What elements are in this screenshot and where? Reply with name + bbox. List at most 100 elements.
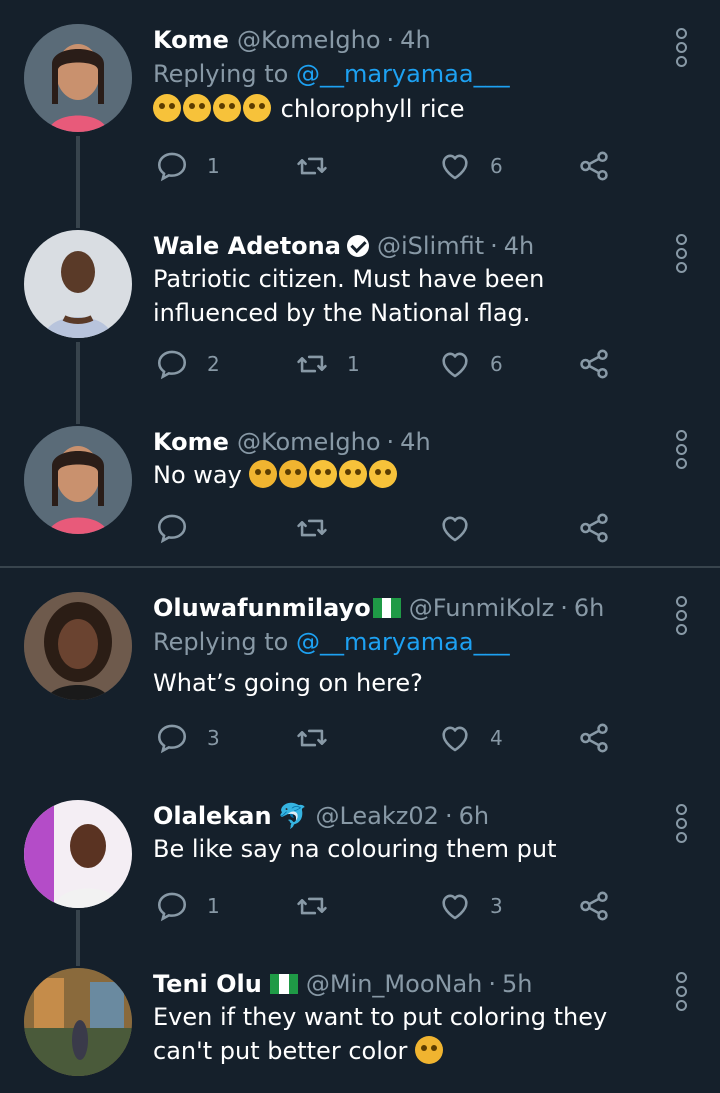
share-icon <box>577 149 611 183</box>
author-name[interactable]: Oluwafunmilayo <box>153 592 371 624</box>
like-button[interactable]: 3 <box>438 886 503 926</box>
more-options-icon[interactable] <box>672 28 690 67</box>
more-options-icon[interactable] <box>672 804 690 843</box>
tweet-actions <box>155 508 620 548</box>
dolphin-emoji: 🐬 <box>277 802 308 830</box>
author-name[interactable]: Olalekan <box>153 800 272 832</box>
retweet-icon <box>295 721 329 755</box>
share-icon <box>577 721 611 755</box>
tweet-text-body: chlorophyll rice <box>280 95 465 123</box>
avatar[interactable] <box>24 592 132 700</box>
author-name[interactable]: Kome <box>153 24 229 56</box>
avatar[interactable] <box>24 24 132 132</box>
retweet-count: 1 <box>347 352 360 376</box>
reply-icon <box>155 149 189 183</box>
share-button[interactable] <box>577 508 611 548</box>
reply-button[interactable]: 1 <box>155 886 220 926</box>
timestamp[interactable]: 4h <box>400 24 430 56</box>
like-button[interactable] <box>438 508 472 548</box>
avatar[interactable] <box>24 426 132 534</box>
avatar[interactable] <box>24 800 132 908</box>
more-options-icon[interactable] <box>672 596 690 635</box>
crying-emoji <box>279 460 308 488</box>
reply-button[interactable]: 1 <box>155 146 220 186</box>
tweet-header: Wale Adetona @iSlimfit · 4h <box>153 230 660 262</box>
mention-link[interactable]: @__maryamaa___ <box>296 628 510 656</box>
tweet-text: Patriotic citizen. Must have been influe… <box>153 265 545 327</box>
like-icon <box>438 149 472 183</box>
retweet-button[interactable]: 1 <box>295 344 360 384</box>
tweet-text: No way <box>153 458 660 492</box>
timestamp[interactable]: 6h <box>459 800 489 832</box>
author-handle[interactable]: @KomeIgho <box>237 426 381 458</box>
timestamp[interactable]: 4h <box>504 230 534 262</box>
tweet-header: Olalekan 🐬 @Leakz02 · 6h <box>153 800 660 832</box>
replying-to: Replying to @__maryamaa___ <box>153 56 660 92</box>
reply-icon <box>155 889 189 923</box>
thread-line <box>76 342 80 424</box>
like-count: 6 <box>490 352 503 376</box>
share-icon <box>577 511 611 545</box>
author-handle[interactable]: @Leakz02 <box>315 800 438 832</box>
retweet-icon <box>295 511 329 545</box>
author-handle[interactable]: @Min_MooNah <box>306 968 483 1000</box>
like-button[interactable]: 6 <box>438 146 503 186</box>
laughing-emoji <box>243 94 271 122</box>
retweet-button[interactable] <box>295 718 347 758</box>
author-handle[interactable]: @KomeIgho <box>237 24 381 56</box>
tweet-actions: 3 4 <box>155 718 620 758</box>
share-button[interactable] <box>577 344 611 384</box>
reply-button[interactable]: 3 <box>155 718 220 758</box>
timestamp[interactable]: 4h <box>400 426 430 458</box>
like-icon <box>438 721 472 755</box>
like-count: 4 <box>490 726 503 750</box>
reply-count: 1 <box>207 894 220 918</box>
like-button[interactable]: 6 <box>438 344 503 384</box>
reply-icon <box>155 347 189 381</box>
author-name[interactable]: Wale Adetona <box>153 230 341 262</box>
timestamp[interactable]: 6h <box>574 592 604 624</box>
retweet-button[interactable] <box>295 886 329 926</box>
reply-button[interactable]: 2 <box>155 344 220 384</box>
laughing-emoji <box>183 94 211 122</box>
more-options-icon[interactable] <box>672 234 690 273</box>
avatar[interactable] <box>24 968 132 1076</box>
laughing-emoji <box>153 94 181 122</box>
share-button[interactable] <box>577 886 611 926</box>
share-icon <box>577 347 611 381</box>
share-button[interactable] <box>577 146 611 186</box>
laughing-emoji <box>339 460 368 488</box>
more-options-icon[interactable] <box>672 430 690 469</box>
like-count: 3 <box>490 894 503 918</box>
reply-icon <box>155 511 189 545</box>
author-name[interactable]: Teni Olu <box>153 968 262 1000</box>
like-count: 6 <box>490 154 503 178</box>
share-button[interactable] <box>577 718 611 758</box>
tweet-header: Kome @KomeIgho · 4h <box>153 426 660 458</box>
tweet-text-body: No way <box>153 461 242 489</box>
author-name[interactable]: Kome <box>153 426 229 458</box>
laughing-emoji <box>309 460 338 488</box>
like-button[interactable]: 4 <box>438 718 503 758</box>
retweet-button[interactable] <box>295 146 347 186</box>
timestamp[interactable]: 5h <box>502 968 532 1000</box>
reply-icon <box>155 721 189 755</box>
crying-emoji <box>415 1036 444 1064</box>
reply-count: 3 <box>207 726 220 750</box>
conversation-divider <box>0 566 720 568</box>
retweet-button[interactable] <box>295 508 329 548</box>
tweet-text: Even if they want to put coloring they c… <box>153 1000 660 1068</box>
avatar[interactable] <box>24 230 132 338</box>
like-icon <box>438 889 472 923</box>
mention-link[interactable]: @__maryamaa___ <box>296 60 510 88</box>
more-options-icon[interactable] <box>672 972 690 1011</box>
share-icon <box>577 889 611 923</box>
nigeria-flag-emoji <box>372 598 401 618</box>
like-icon <box>438 511 472 545</box>
reply-button[interactable] <box>155 508 189 548</box>
author-handle[interactable]: @FunmiKolz <box>409 592 554 624</box>
separator: · <box>386 26 395 54</box>
author-handle[interactable]: @iSlimfit <box>377 230 484 262</box>
tweet-actions: 1 6 <box>155 146 620 186</box>
replying-to-label: Replying to <box>153 60 296 88</box>
